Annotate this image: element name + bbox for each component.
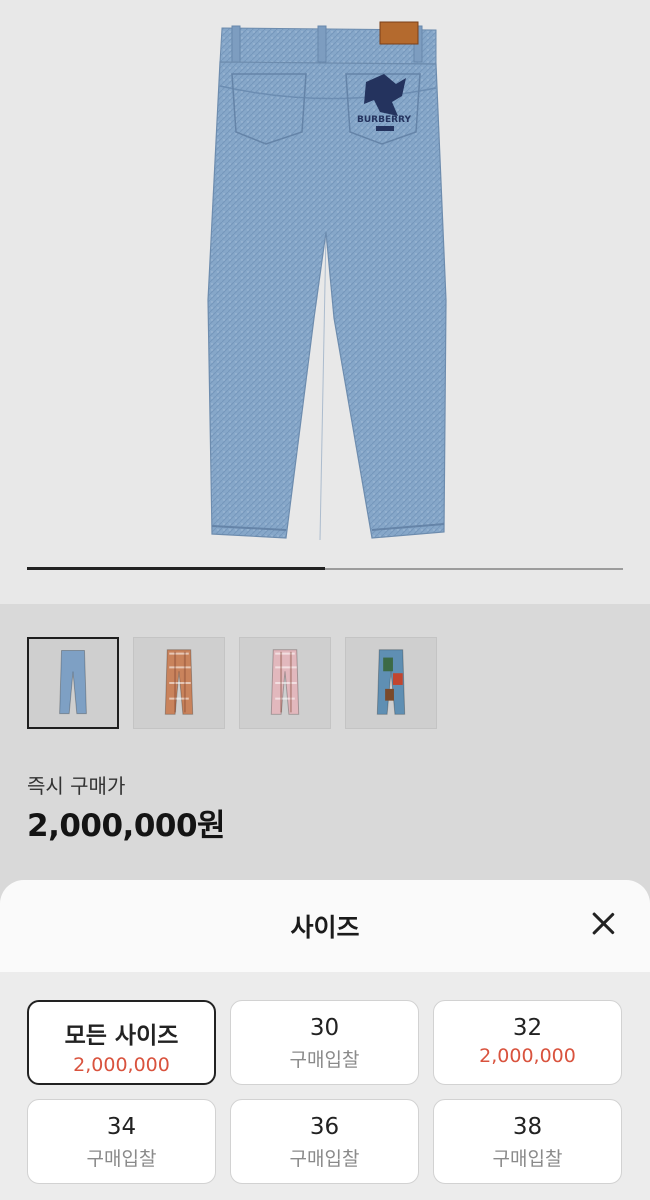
sheet-title: 사이즈 bbox=[290, 913, 360, 942]
size-option-label: 30 bbox=[309, 1015, 340, 1041]
close-icon[interactable] bbox=[585, 906, 621, 942]
size-option[interactable]: 30 구매입찰 bbox=[230, 1000, 419, 1085]
thumb-blue-denim[interactable] bbox=[27, 637, 119, 729]
size-option-label: 32 bbox=[512, 1015, 543, 1041]
gallery-progress-fill bbox=[27, 567, 325, 570]
size-option[interactable]: 38 구매입찰 bbox=[433, 1099, 622, 1184]
size-option-label: 34 bbox=[106, 1114, 137, 1140]
jeans-illustration: BURBERRY bbox=[207, 21, 447, 541]
instant-price-value: 2,000,000원 bbox=[27, 808, 226, 844]
size-bottom-sheet: 사이즈 모든 사이즈 2,000,000 30 구매입찰 32 2,000,000 34 구매… bbox=[0, 880, 650, 1200]
size-option-label: 38 bbox=[512, 1114, 543, 1140]
gallery-progress-track bbox=[27, 567, 623, 570]
size-option-price: 구매입찰 bbox=[289, 1049, 360, 1071]
thumb-patchwork[interactable] bbox=[345, 637, 437, 729]
thumbnail-strip bbox=[27, 637, 437, 729]
size-option[interactable]: 32 2,000,000 bbox=[433, 1000, 622, 1085]
size-option-price: 구매입찰 bbox=[492, 1148, 563, 1170]
sheet-header: 사이즈 bbox=[0, 880, 650, 972]
size-option[interactable]: 모든 사이즈 2,000,000 bbox=[27, 1000, 216, 1085]
size-option[interactable]: 34 구매입찰 bbox=[27, 1099, 216, 1184]
thumb-plaid-orange[interactable] bbox=[133, 637, 225, 729]
size-option-label: 36 bbox=[309, 1114, 340, 1140]
svg-text:BURBERRY: BURBERRY bbox=[357, 115, 411, 125]
size-option-price: 구매입찰 bbox=[86, 1148, 157, 1170]
size-option-price: 2,000,000 bbox=[479, 1045, 576, 1067]
size-option-price: 구매입찰 bbox=[289, 1148, 360, 1170]
size-option-label: 모든 사이즈 bbox=[64, 1023, 179, 1049]
product-hero-image[interactable]: BURBERRY bbox=[0, 0, 650, 604]
size-option-price: 2,000,000 bbox=[73, 1054, 170, 1076]
instant-price-label: 즉시 구매가 bbox=[27, 774, 126, 798]
thumb-plaid-pink[interactable] bbox=[239, 637, 331, 729]
size-grid: 모든 사이즈 2,000,000 30 구매입찰 32 2,000,000 34 구매입찰 36… bbox=[27, 1000, 623, 1184]
size-option[interactable]: 36 구매입찰 bbox=[230, 1099, 419, 1184]
